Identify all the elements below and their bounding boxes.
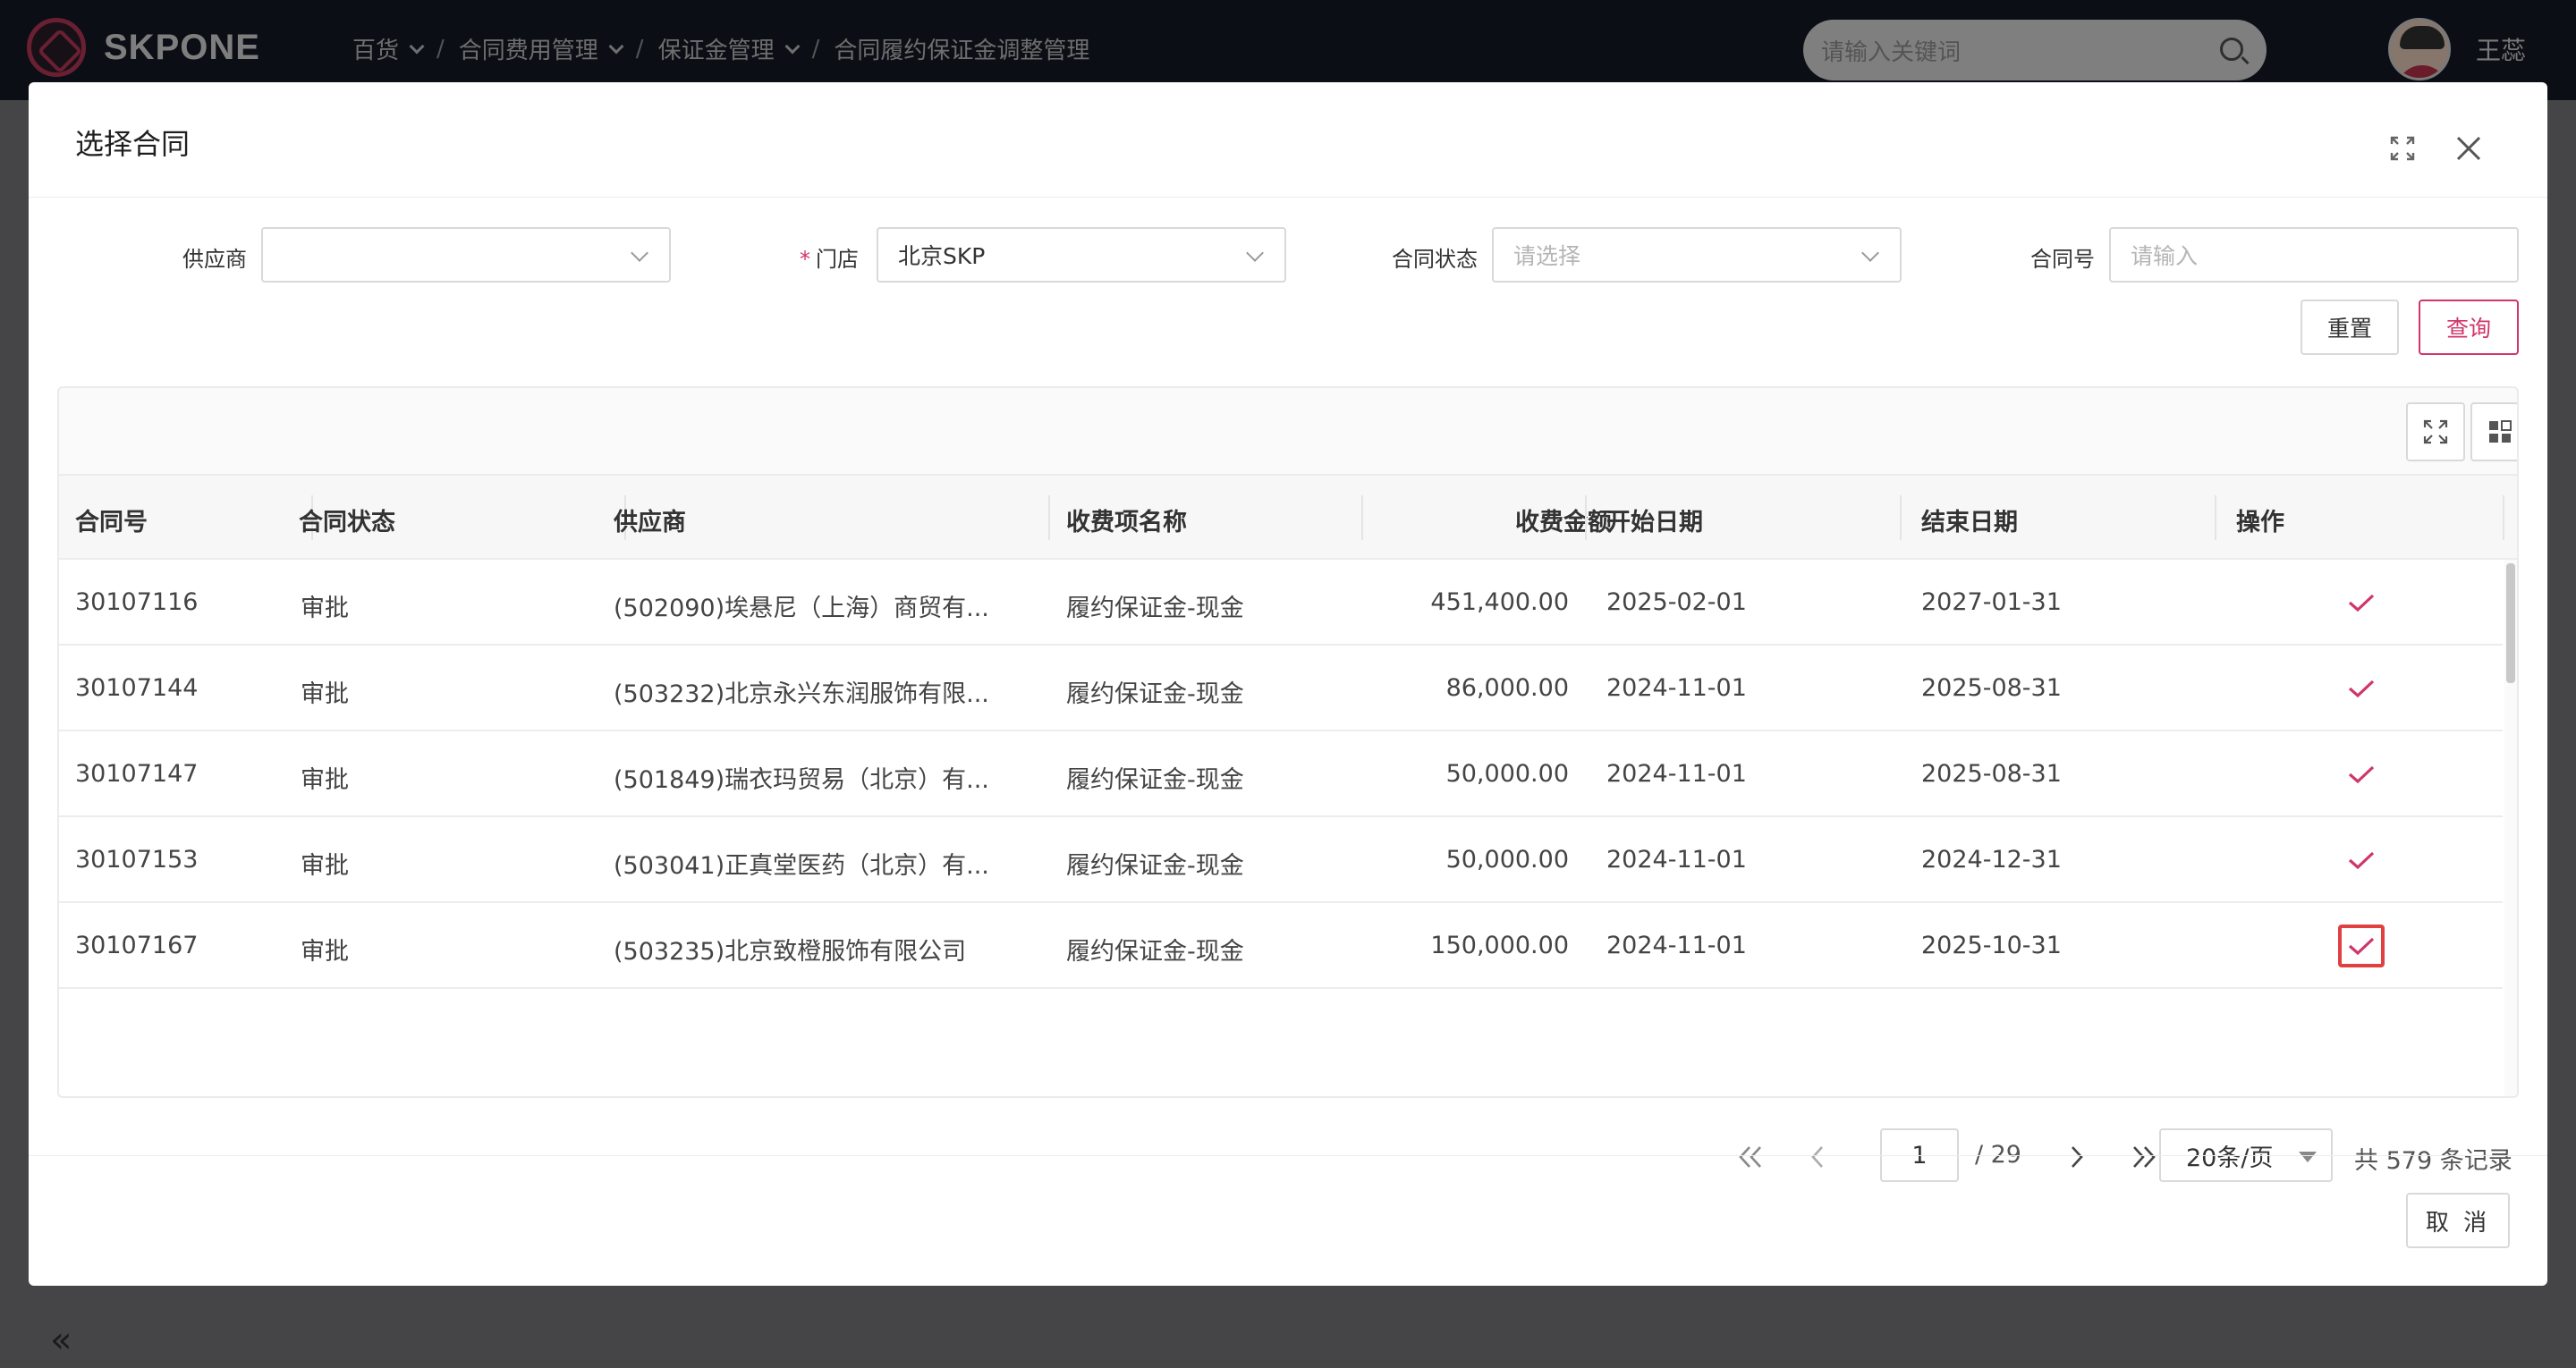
contract-status-select[interactable]: 请选择	[1492, 227, 1902, 283]
scrollbar-thumb[interactable]	[2506, 563, 2515, 683]
fee-item-cell: 履约保证金-现金	[1066, 680, 1244, 708]
query-button[interactable]: 查询	[2419, 300, 2519, 355]
end-date-cell: 2024-12-31	[1921, 846, 2062, 874]
amount-cell: 451,400.00	[1430, 588, 1569, 616]
check-icon	[2348, 851, 2375, 870]
start-date-cell: 2024-11-01	[1606, 674, 1747, 702]
store-select[interactable]: 北京SKP	[877, 227, 1286, 283]
maximize-icon[interactable]	[2390, 136, 2415, 161]
store-label: * 门店	[800, 247, 859, 272]
contract-table-panel: 合同号 合同状态 供应商 收费项名称 收费金额 开始日期 结束日期 操作 301…	[57, 386, 2519, 1098]
column-header[interactable]: 收费金额	[1469, 502, 1612, 537]
select-contract-button[interactable]	[2338, 667, 2385, 710]
fee-item-cell: 履约保证金-现金	[1066, 595, 1244, 622]
amount-cell: 50,000.00	[1445, 760, 1569, 788]
table-scrollbar[interactable]	[2504, 560, 2517, 1096]
last-page-button[interactable]	[2123, 1137, 2163, 1177]
chevron-down-icon	[631, 244, 648, 262]
table-row[interactable]: 30107153 审批 (503041)正真堂医药（北京）有... 履约保证金-…	[59, 817, 2503, 903]
select-contract-button[interactable]	[2338, 839, 2385, 882]
check-icon	[2348, 680, 2375, 698]
fee-item-cell: 履约保证金-现金	[1066, 852, 1244, 880]
amount-cell: 150,000.00	[1430, 932, 1569, 959]
amount-cell: 50,000.00	[1445, 846, 1569, 874]
contract-no-cell: 30107153	[75, 846, 199, 874]
supplier-select[interactable]	[261, 227, 671, 283]
select-contract-dialog: 选择合同 供应商 * 门店 北京SKP 合同状态 请选择 合同号 请输入 重置 查…	[29, 82, 2547, 1286]
fee-item-cell: 履约保证金-现金	[1066, 938, 1244, 966]
end-date-cell: 2025-08-31	[1921, 760, 2062, 788]
amount-cell: 86,000.00	[1445, 674, 1569, 702]
column-header[interactable]: 合同号	[75, 502, 148, 537]
contract-no-input[interactable]: 请输入	[2109, 227, 2519, 283]
first-page-button[interactable]	[1732, 1137, 1771, 1177]
chevron-left-icon	[1811, 1146, 1823, 1168]
chevron-down-icon	[1861, 244, 1879, 262]
cancel-button[interactable]: 取 消	[2406, 1193, 2510, 1248]
close-icon[interactable]	[2454, 134, 2483, 163]
contract-no-cell: 30107147	[75, 760, 199, 788]
supplier-cell: (501849)瑞衣玛贸易（北京）有...	[614, 766, 989, 794]
fullscreen-icon	[2423, 419, 2448, 444]
supplier-cell: (502090)埃悬尼（上海）商贸有...	[614, 595, 989, 622]
table-row[interactable]: 30107116 审批 (502090)埃悬尼（上海）商贸有... 履约保证金-…	[59, 560, 2503, 646]
chevron-down-icon	[1246, 244, 1264, 262]
supplier-cell: (503232)北京永兴东润服饰有限...	[614, 680, 989, 708]
next-page-button[interactable]	[2057, 1137, 2097, 1177]
fee-item-cell: 履约保证金-现金	[1066, 766, 1244, 794]
footer-divider	[29, 1155, 2547, 1156]
contract-no-cell: 30107144	[75, 674, 199, 702]
select-contract-button[interactable]	[2338, 753, 2385, 796]
end-date-cell: 2025-10-31	[1921, 932, 2062, 959]
prev-page-button[interactable]	[1798, 1137, 1837, 1177]
select-contract-button[interactable]	[2338, 581, 2385, 624]
start-date-cell: 2024-11-01	[1606, 846, 1747, 874]
contract-no-cell: 30107116	[75, 588, 199, 616]
end-date-cell: 2025-08-31	[1921, 674, 2062, 702]
contract-no-label: 合同号	[2030, 247, 2095, 272]
contract-no-cell: 30107167	[75, 932, 199, 959]
table-row[interactable]: 30107147 审批 (501849)瑞衣玛贸易（北京）有... 履约保证金-…	[59, 731, 2503, 817]
start-date-cell: 2025-02-01	[1606, 588, 1747, 616]
column-header[interactable]: 开始日期	[1606, 502, 1703, 537]
status-cell: 审批	[301, 766, 349, 794]
status-cell: 审批	[301, 595, 349, 622]
fullscreen-table-button[interactable]	[2406, 402, 2465, 461]
start-date-cell: 2024-11-01	[1606, 932, 1747, 959]
select-contract-button[interactable]	[2338, 925, 2385, 967]
required-mark: *	[800, 247, 810, 272]
chevron-right-icon	[2072, 1146, 2083, 1168]
grid-settings-icon	[2489, 420, 2512, 443]
contract-status-label: 合同状态	[1392, 247, 1478, 272]
table-row[interactable]: 30107167 审批 (503235)北京致橙服饰有限公司 履约保证金-现金 …	[59, 903, 2503, 989]
status-cell: 审批	[301, 938, 349, 966]
dialog-title: 选择合同	[75, 127, 191, 161]
supplier-cell: (503041)正真堂医药（北京）有...	[614, 852, 989, 880]
double-chevron-left-icon	[1739, 1146, 1761, 1168]
column-settings-button[interactable]	[2470, 402, 2517, 461]
end-date-cell: 2027-01-31	[1921, 588, 2062, 616]
check-icon	[2348, 594, 2375, 612]
column-header[interactable]: 合同状态	[299, 502, 395, 537]
status-cell: 审批	[301, 680, 349, 708]
column-header[interactable]: 结束日期	[1921, 502, 2018, 537]
table-header: 合同号 合同状态 供应商 收费项名称 收费金额 开始日期 结束日期 操作	[59, 474, 2517, 560]
double-chevron-right-icon	[2133, 1146, 2156, 1168]
reset-button[interactable]: 重置	[2301, 300, 2399, 355]
collapse-sidebar-icon[interactable]: «	[50, 1320, 72, 1361]
caret-down-icon	[2299, 1152, 2317, 1162]
supplier-label: 供应商	[182, 247, 247, 272]
column-header[interactable]: 收费项名称	[1066, 502, 1187, 537]
table-body: 30107116 审批 (502090)埃悬尼（上海）商贸有... 履约保证金-…	[59, 560, 2517, 1096]
supplier-cell: (503235)北京致橙服饰有限公司	[614, 938, 967, 966]
column-header: 操作	[2236, 509, 2284, 536]
start-date-cell: 2024-11-01	[1606, 760, 1747, 788]
check-icon	[2348, 765, 2375, 784]
table-row[interactable]: 30107144 审批 (503232)北京永兴东润服饰有限... 履约保证金-…	[59, 646, 2503, 731]
header-divider	[29, 197, 2547, 198]
status-cell: 审批	[301, 852, 349, 880]
check-icon	[2348, 937, 2375, 956]
total-records: 共 579 条记录	[2354, 1147, 2512, 1175]
column-header[interactable]: 供应商	[614, 502, 686, 537]
